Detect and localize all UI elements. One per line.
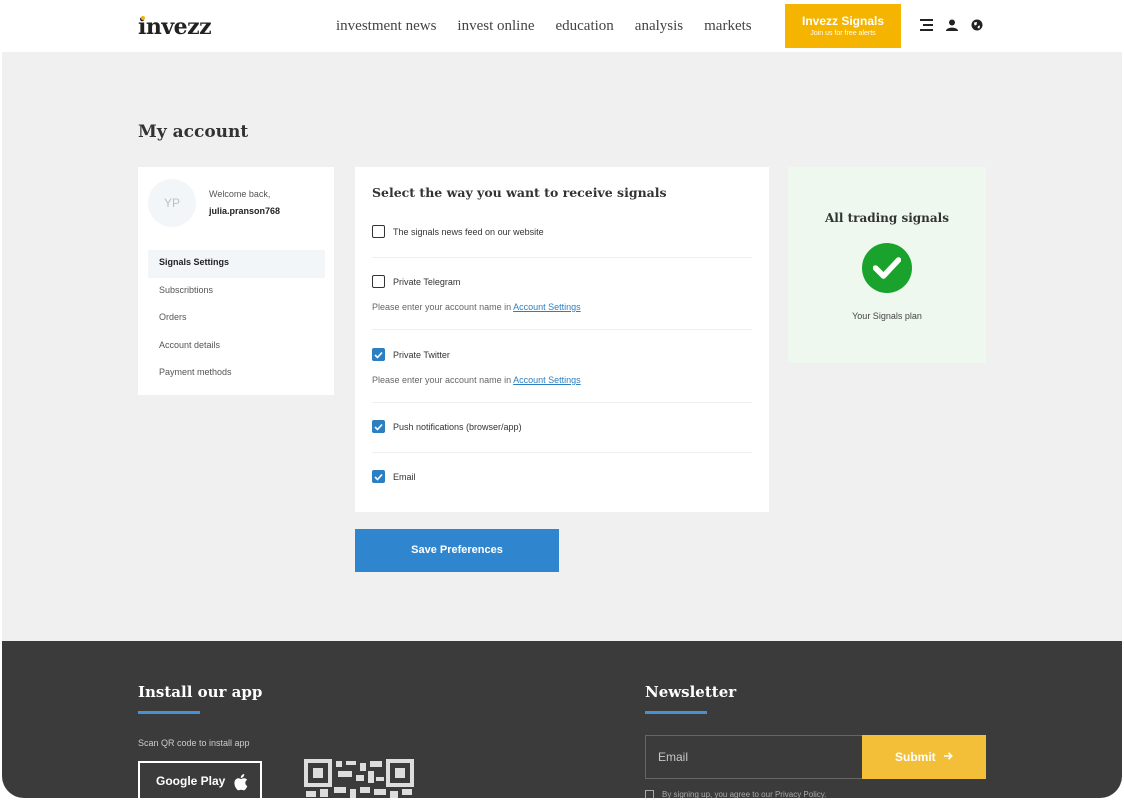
option-label: Private Twitter <box>393 349 450 360</box>
username: julia.pranson768 <box>209 206 281 216</box>
menu-icon[interactable] <box>920 19 933 31</box>
account-menu: Signals Settings Subscribtions Orders Ac… <box>148 250 325 388</box>
newsletter-title: Newsletter <box>645 683 737 701</box>
title-underline <box>645 711 707 714</box>
divider <box>372 402 752 403</box>
logo-text: invezz <box>138 14 212 40</box>
checkbox-email[interactable] <box>372 470 385 483</box>
page-frame: invezz investment news invest online edu… <box>2 2 1122 798</box>
option-news-feed[interactable]: The signals news feed on our website <box>372 225 544 238</box>
nav-investment-news[interactable]: investment news <box>336 18 436 35</box>
checkmark-icon <box>374 423 383 431</box>
page-title: My account <box>138 122 249 142</box>
menu-item-orders[interactable]: Orders <box>148 305 325 333</box>
nav-analysis[interactable]: analysis <box>635 18 683 35</box>
menu-item-subscriptions[interactable]: Subscribtions <box>148 278 325 306</box>
submit-label: Submit <box>894 750 936 764</box>
signals-button-title: Invezz Signals <box>801 14 885 28</box>
scan-qr-text: Scan QR code to install app <box>138 738 250 748</box>
google-play-button[interactable]: Google Play <box>138 761 262 798</box>
logo-dot <box>141 16 145 20</box>
nav-invest-online[interactable]: invest online <box>457 18 534 35</box>
option-email[interactable]: Email <box>372 470 416 483</box>
qr-code-icon <box>304 759 414 798</box>
apple-icon <box>234 774 248 791</box>
note-text: Please enter your account name in <box>372 375 512 385</box>
checkmark-icon <box>374 473 383 481</box>
invezz-signals-button[interactable]: Invezz Signals Join us for free alerts <box>785 4 901 48</box>
option-label: Private Telegram <box>393 276 461 287</box>
signals-card-title: Select the way you want to receive signa… <box>372 185 667 200</box>
account-settings-link[interactable]: Account Settings <box>513 302 581 312</box>
checkmark-icon <box>374 351 383 359</box>
checkbox-private-twitter[interactable] <box>372 348 385 361</box>
signals-button-subtitle: Join us for free alerts <box>810 30 876 37</box>
option-label: Push notifications (browser/app) <box>393 421 522 432</box>
user-icon[interactable] <box>946 19 958 31</box>
avatar: YP <box>148 179 196 227</box>
install-app-title: Install our app <box>138 683 263 701</box>
checkbox-push-notifications[interactable] <box>372 420 385 433</box>
welcome-text: Welcome back, <box>209 189 271 199</box>
newsletter-submit-button[interactable]: Submit <box>862 735 986 779</box>
telegram-note: Please enter your account name in Accoun… <box>372 302 581 312</box>
menu-item-account-details[interactable]: Account details <box>148 333 325 361</box>
nav-education[interactable]: education <box>555 18 613 35</box>
main-nav: investment news invest online education … <box>336 18 752 35</box>
consent-text: By signing up, you agree to our Privacy … <box>662 790 827 798</box>
checkbox-news-feed[interactable] <box>372 225 385 238</box>
option-label: The signals news feed on our website <box>393 226 544 237</box>
option-label: Email <box>393 471 416 482</box>
check-circle-icon <box>862 243 912 293</box>
globe-icon[interactable] <box>971 19 983 31</box>
divider <box>372 257 752 258</box>
divider <box>372 452 752 453</box>
nav-markets[interactable]: markets <box>704 18 751 35</box>
arrow-right-icon <box>944 752 953 760</box>
account-sidebar: YP Welcome back, julia.pranson768 Signal… <box>138 167 334 395</box>
divider <box>372 329 752 330</box>
logo[interactable]: invezz <box>138 14 212 40</box>
newsletter-email-field[interactable] <box>645 735 863 779</box>
signals-settings-card: Select the way you want to receive signa… <box>355 167 769 512</box>
site-header: invezz investment news invest online edu… <box>2 2 1122 52</box>
consent-row[interactable]: By signing up, you agree to our Privacy … <box>645 790 826 798</box>
option-private-telegram[interactable]: Private Telegram <box>372 275 460 288</box>
option-private-twitter[interactable]: Private Twitter <box>372 348 450 361</box>
twitter-note: Please enter your account name in Accoun… <box>372 375 581 385</box>
menu-item-payment-methods[interactable]: Payment methods <box>148 360 325 388</box>
checkbox-private-telegram[interactable] <box>372 275 385 288</box>
title-underline <box>138 711 200 714</box>
menu-item-signals-settings[interactable]: Signals Settings <box>148 250 325 278</box>
plan-subtitle: Your Signals plan <box>852 311 922 321</box>
header-icons <box>920 19 983 31</box>
site-footer: Install our app Scan QR code to install … <box>2 641 1122 798</box>
account-settings-link[interactable]: Account Settings <box>513 375 581 385</box>
consent-checkbox[interactable] <box>645 790 654 798</box>
note-text: Please enter your account name in <box>372 302 512 312</box>
google-play-label: Google Play <box>156 774 226 788</box>
signals-plan-card: All trading signals Your Signals plan <box>788 167 986 363</box>
plan-title: All trading signals <box>824 211 949 225</box>
save-preferences-button[interactable]: Save Preferences <box>355 529 559 572</box>
option-push-notifications[interactable]: Push notifications (browser/app) <box>372 420 522 433</box>
